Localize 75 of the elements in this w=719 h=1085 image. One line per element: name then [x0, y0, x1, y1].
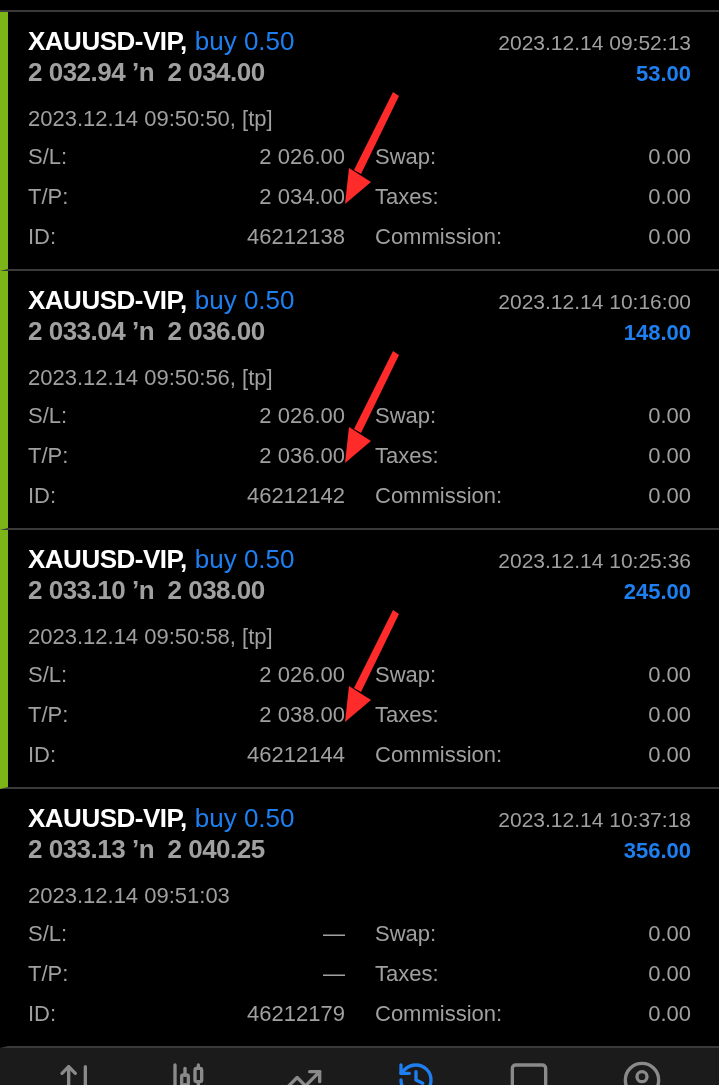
profit-value: 356.00: [623, 838, 691, 864]
open-time: 2023.12.14 09:51:03: [28, 883, 231, 909]
field-label: Swap:: [375, 921, 437, 947]
field-value: 0.00: [648, 144, 691, 170]
close-time: 2023.12.14 10:37:18: [498, 808, 691, 832]
field-label: Taxes:: [375, 184, 439, 210]
field-value: 2 038.00: [259, 702, 345, 728]
field-value: —: [323, 961, 345, 987]
profit-value: 148.00: [623, 320, 691, 346]
field-label: Commission:: [375, 1001, 503, 1027]
field-label: S/L:: [28, 144, 68, 170]
trade-card[interactable]: XAUUSD-VIP, buy 0.50 2023.12.14 10:25:36 2 033.10 ’n 2 038.00 245.00 2023.12.14 09:50:58, [tp] S/L: 2 026.00 Swap: 0.00 T/P: 2 038.00 Taxes: 0.00 ID: 46212144 Commission: 0.00: [0, 530, 719, 789]
field-label: T/P:: [28, 184, 69, 210]
trade-side-label: buy 0.50: [194, 803, 295, 833]
price-range: 2 032.94 ’n 2 034.00: [28, 57, 265, 88]
field-value: 0.00: [648, 742, 691, 768]
trade-side-label: buy 0.50: [194, 26, 295, 56]
symbol-label: XAUUSD-VIP,: [28, 544, 187, 574]
field-label: S/L:: [28, 921, 68, 947]
close-time: 2023.12.14 10:16:00: [498, 290, 691, 314]
field-value: 0.00: [648, 403, 691, 429]
field-value: 2 026.00: [259, 662, 345, 688]
close-time: 2023.12.14 09:52:13: [498, 31, 691, 55]
trade-card[interactable]: XAUUSD-VIP, buy 0.50 2023.12.14 10:16:00 2 033.04 ’n 2 036.00 148.00 2023.12.14 09:50:56, [tp] S/L: 2 026.00 Swap: 0.00 T/P: 2 036.00 Taxes: 0.00 ID: 46212142 Commission: 0.00: [0, 271, 719, 530]
field-value: 2 034.00: [259, 184, 345, 210]
price-range: 2 033.10 ’n 2 038.00: [28, 575, 265, 606]
field-label: T/P:: [28, 443, 69, 469]
field-value: 2 036.00: [259, 443, 345, 469]
close-time: 2023.12.14 10:25:36: [498, 549, 691, 573]
field-value: 46212144: [247, 742, 345, 768]
field-label: T/P:: [28, 702, 69, 728]
field-label: Taxes:: [375, 961, 439, 987]
open-time: 2023.12.14 09:50:58, [tp]: [28, 624, 274, 650]
field-value: 2 026.00: [259, 403, 345, 429]
field-value: 46212179: [247, 1001, 345, 1027]
field-label: Commission:: [375, 483, 503, 509]
profit-value: 245.00: [623, 579, 691, 605]
field-value: 46212142: [247, 483, 345, 509]
open-time: 2023.12.14 09:50:56, [tp]: [28, 365, 274, 391]
field-value: 0.00: [648, 662, 691, 688]
field-label: S/L:: [28, 662, 68, 688]
field-label: T/P:: [28, 961, 69, 987]
profit-value: 53.00: [635, 61, 691, 87]
field-label: Swap:: [375, 144, 437, 170]
field-label: ID:: [28, 483, 57, 509]
open-time: 2023.12.14 09:50:50, [tp]: [28, 106, 274, 132]
field-label: Swap:: [375, 403, 437, 429]
field-value: 46212138: [247, 224, 345, 250]
field-label: Commission:: [375, 742, 503, 768]
field-value: 0.00: [648, 921, 691, 947]
symbol-label: XAUUSD-VIP,: [28, 285, 187, 315]
field-label: ID:: [28, 1001, 57, 1027]
field-value: 0.00: [648, 224, 691, 250]
field-value: 0.00: [648, 961, 691, 987]
symbol-label: XAUUSD-VIP,: [28, 803, 187, 833]
field-value: 0.00: [648, 1001, 691, 1027]
field-label: ID:: [28, 224, 57, 250]
field-value: —: [323, 921, 345, 947]
field-label: S/L:: [28, 403, 68, 429]
field-label: Commission:: [375, 224, 503, 250]
field-value: 0.00: [648, 184, 691, 210]
field-value: 0.00: [648, 702, 691, 728]
trade-card[interactable]: XAUUSD-VIP, buy 0.50 2023.12.14 09:52:13 2 032.94 ’n 2 034.00 53.00 2023.12.14 09:50:50, [tp] S/L: 2 026.00 Swap: 0.00 T/P: 2 034.00 Taxes: 0.00 ID: 46212138 Commission: 0.00: [0, 12, 719, 271]
field-value: 0.00: [648, 483, 691, 509]
field-label: ID:: [28, 742, 57, 768]
price-range: 2 033.04 ’n 2 036.00: [28, 316, 265, 347]
field-value: 0.00: [648, 443, 691, 469]
field-label: Taxes:: [375, 443, 439, 469]
trade-side-label: buy 0.50: [194, 285, 295, 315]
symbol-label: XAUUSD-VIP,: [28, 26, 187, 56]
trade-side-label: buy 0.50: [194, 544, 295, 574]
field-label: Swap:: [375, 662, 437, 688]
field-label: Taxes:: [375, 702, 439, 728]
field-value: 2 026.00: [259, 144, 345, 170]
price-range: 2 033.13 ’n 2 040.25: [28, 834, 265, 865]
